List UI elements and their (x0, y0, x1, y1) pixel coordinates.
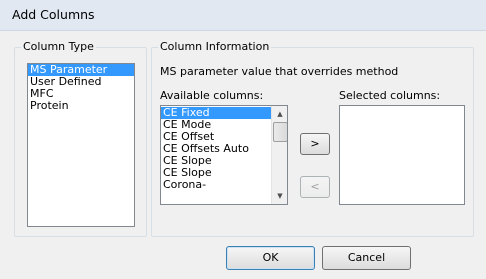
remove-column-button[interactable]: < (300, 176, 330, 198)
scroll-up-arrow-icon[interactable]: ▲ (272, 107, 287, 121)
column-information-legend: Column Information (158, 40, 272, 53)
ok-button[interactable]: OK (226, 246, 315, 270)
title-bar: Add Columns (0, 0, 486, 31)
available-column-item[interactable]: Corona- (161, 179, 271, 191)
selected-columns-label: Selected columns: (339, 89, 441, 102)
column-type-listbox[interactable]: MS Parameter User Defined MFC Protein (27, 63, 135, 227)
add-column-button[interactable]: > (300, 133, 330, 155)
available-columns-label: Available columns: (160, 89, 264, 102)
column-description: MS parameter value that overrides method (160, 65, 399, 78)
selected-columns-listbox[interactable] (339, 105, 465, 205)
scroll-thumb[interactable] (273, 122, 287, 142)
available-columns-listbox[interactable]: CE Fixed CE Mode CE Offset CE Offsets Auto C… (160, 105, 288, 205)
dialog-title: Add Columns (12, 7, 95, 22)
add-column-label: > (310, 137, 320, 150)
cancel-button[interactable]: Cancel (322, 246, 411, 270)
column-type-legend: Column Type (21, 40, 96, 53)
cancel-label: Cancel (347, 251, 386, 264)
scroll-down-arrow-icon[interactable]: ▼ (272, 189, 287, 203)
column-type-item[interactable]: Protein (28, 100, 134, 112)
remove-column-label: < (310, 180, 320, 193)
ok-label: OK (262, 251, 279, 264)
available-columns-scrollbar[interactable]: ▲ ▼ (271, 106, 287, 204)
